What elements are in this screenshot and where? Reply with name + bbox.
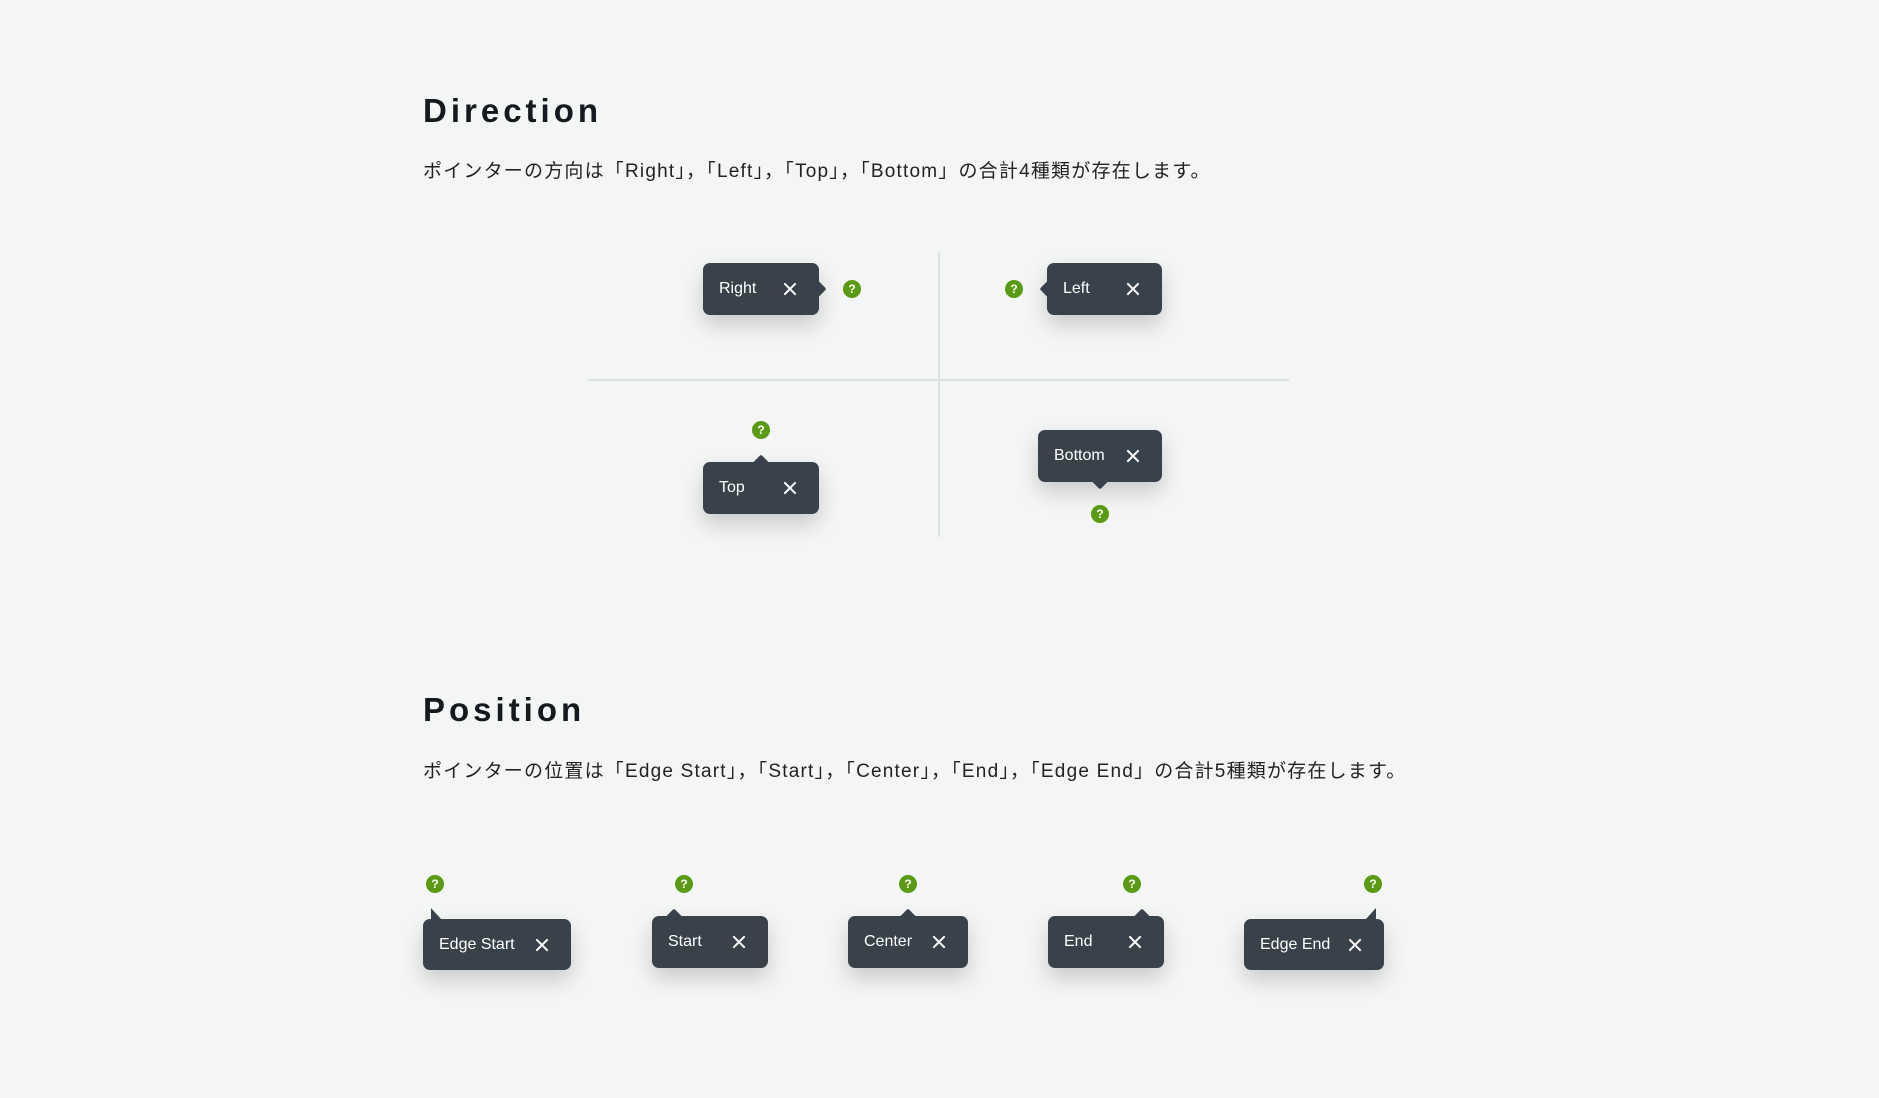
tooltip-label: End (1064, 933, 1093, 950)
help-circle-icon[interactable]: ? (1364, 875, 1382, 893)
help-circle-icon[interactable]: ? (675, 875, 693, 893)
tooltip-right: Right (703, 263, 819, 315)
direction-description: ポインターの方向は「Right」，「Left」，「Top」，「Bottom」の合… (423, 161, 1211, 182)
help-circle-icon[interactable]: ? (899, 875, 917, 893)
close-icon[interactable] (1126, 449, 1140, 463)
position-description: ポインターの位置は「Edge Start」，「Start」，「Center」，「… (423, 761, 1407, 782)
tooltip-label: Edge Start (439, 935, 515, 953)
tooltip-edge-end: Edge End (1244, 908, 1384, 970)
tooltip-top: Top (703, 462, 819, 514)
divider-vertical (938, 252, 940, 537)
help-circle-icon[interactable]: ? (1123, 875, 1141, 893)
close-icon[interactable] (1126, 282, 1140, 296)
tooltip-center: Center (848, 916, 968, 968)
help-circle-icon[interactable]: ? (1091, 505, 1109, 523)
tooltip-label: Edge End (1260, 935, 1331, 953)
tooltip-label: Right (719, 280, 757, 297)
direction-heading: Direction (423, 92, 603, 129)
close-icon[interactable] (932, 935, 946, 949)
help-circle-icon[interactable]: ? (843, 280, 861, 298)
tooltip-label: Top (719, 479, 745, 496)
tooltip-label: Left (1063, 280, 1090, 297)
tooltip-label: Center (864, 933, 913, 950)
help-circle-icon[interactable]: ? (752, 421, 770, 439)
position-heading: Position (423, 691, 586, 728)
divider-horizontal (588, 379, 1289, 381)
tooltip-end: End (1048, 916, 1164, 968)
close-icon[interactable] (783, 481, 797, 495)
close-icon[interactable] (783, 282, 797, 296)
tooltip-edge-start: Edge Start (423, 908, 571, 970)
close-icon[interactable] (1128, 935, 1142, 949)
help-circle-icon[interactable]: ? (426, 875, 444, 893)
tooltip-start: Start (652, 916, 768, 968)
close-icon[interactable] (1348, 938, 1362, 952)
close-icon[interactable] (535, 938, 549, 952)
tooltip-label: Bottom (1054, 447, 1105, 464)
close-icon[interactable] (732, 935, 746, 949)
tooltip-left: Left (1047, 263, 1162, 315)
help-circle-icon[interactable]: ? (1005, 280, 1023, 298)
tooltip-label: Start (668, 933, 702, 950)
tooltip-bottom: Bottom (1038, 430, 1162, 482)
